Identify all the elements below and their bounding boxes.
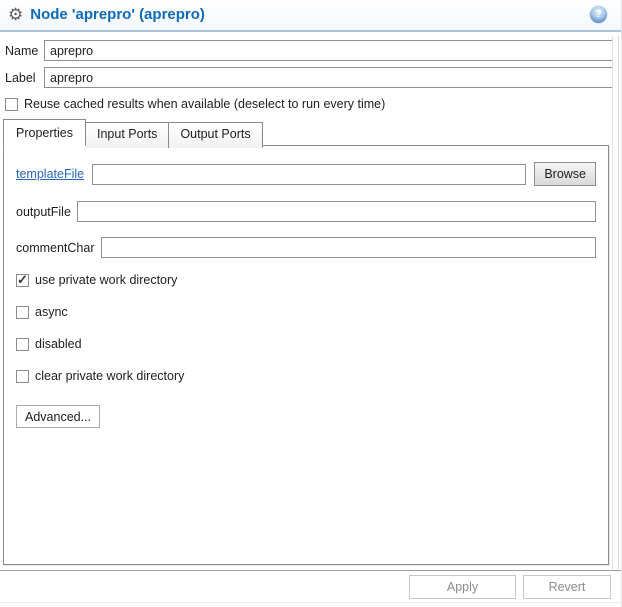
reuse-cached-label: Reuse cached results when available (des… bbox=[24, 97, 386, 111]
output-file-row: outputFile bbox=[16, 201, 596, 222]
apply-button[interactable]: Apply bbox=[409, 575, 516, 599]
tab-folder: Properties Input Ports Output Ports temp… bbox=[3, 119, 609, 565]
properties-tab-panel: templateFile Browse outputFile commentCh… bbox=[3, 145, 609, 565]
async-checkbox[interactable] bbox=[16, 305, 29, 319]
label-input[interactable] bbox=[44, 67, 615, 88]
scrollbar-track[interactable] bbox=[612, 36, 619, 569]
label-row: Label bbox=[5, 67, 615, 88]
tab-input-ports[interactable]: Input Ports bbox=[85, 122, 170, 148]
panel-title: Node 'aprepro' (aprepro) bbox=[30, 5, 205, 23]
clear-private-work-directory-checkbox[interactable] bbox=[16, 369, 29, 383]
name-label: Name bbox=[5, 43, 39, 58]
disabled-row: disabled bbox=[16, 337, 596, 351]
use-private-work-directory-row: use private work directory bbox=[16, 272, 596, 288]
disabled-checkbox[interactable] bbox=[16, 337, 29, 351]
use-private-work-directory-label: use private work directory bbox=[35, 273, 178, 287]
output-file-input[interactable] bbox=[76, 201, 596, 222]
clear-private-work-directory-row: clear private work directory bbox=[16, 369, 596, 383]
revert-button[interactable]: Revert bbox=[523, 575, 611, 599]
tab-bar: Properties Input Ports Output Ports bbox=[3, 119, 609, 148]
panel-header: ⚙ Node 'aprepro' (aprepro) ? bbox=[0, 0, 621, 32]
label-label: Label bbox=[5, 70, 36, 85]
name-input[interactable] bbox=[44, 40, 615, 61]
footer-button-bar: Apply Revert bbox=[0, 570, 621, 607]
output-file-label: outputFile bbox=[16, 204, 71, 219]
template-file-row: templateFile Browse bbox=[16, 162, 596, 186]
tab-properties[interactable]: Properties bbox=[3, 119, 86, 146]
tab-output-ports[interactable]: Output Ports bbox=[169, 122, 263, 148]
use-private-work-directory-checkbox[interactable] bbox=[16, 272, 29, 288]
comment-char-row: commentChar bbox=[16, 237, 596, 258]
help-icon[interactable]: ? bbox=[590, 5, 607, 23]
async-label: async bbox=[35, 305, 68, 319]
browse-button[interactable]: Browse bbox=[534, 162, 596, 186]
disabled-label: disabled bbox=[35, 337, 82, 351]
clear-private-work-directory-label: clear private work directory bbox=[35, 369, 185, 383]
top-form: Name Label Reuse cached results when ava… bbox=[0, 32, 621, 111]
reuse-cached-row: Reuse cached results when available (des… bbox=[5, 97, 615, 111]
comment-char-label: commentChar bbox=[16, 240, 95, 255]
async-row: async bbox=[16, 305, 596, 319]
template-file-link[interactable]: templateFile bbox=[16, 167, 84, 181]
template-file-input[interactable] bbox=[92, 163, 527, 185]
advanced-button[interactable]: Advanced... bbox=[16, 405, 101, 428]
node-properties-panel: ⚙ Node 'aprepro' (aprepro) ? Name Label … bbox=[0, 0, 622, 607]
reuse-cached-checkbox[interactable] bbox=[5, 97, 18, 111]
name-row: Name bbox=[5, 40, 615, 61]
gear-icon: ⚙ bbox=[8, 4, 24, 24]
comment-char-input[interactable] bbox=[100, 237, 596, 258]
